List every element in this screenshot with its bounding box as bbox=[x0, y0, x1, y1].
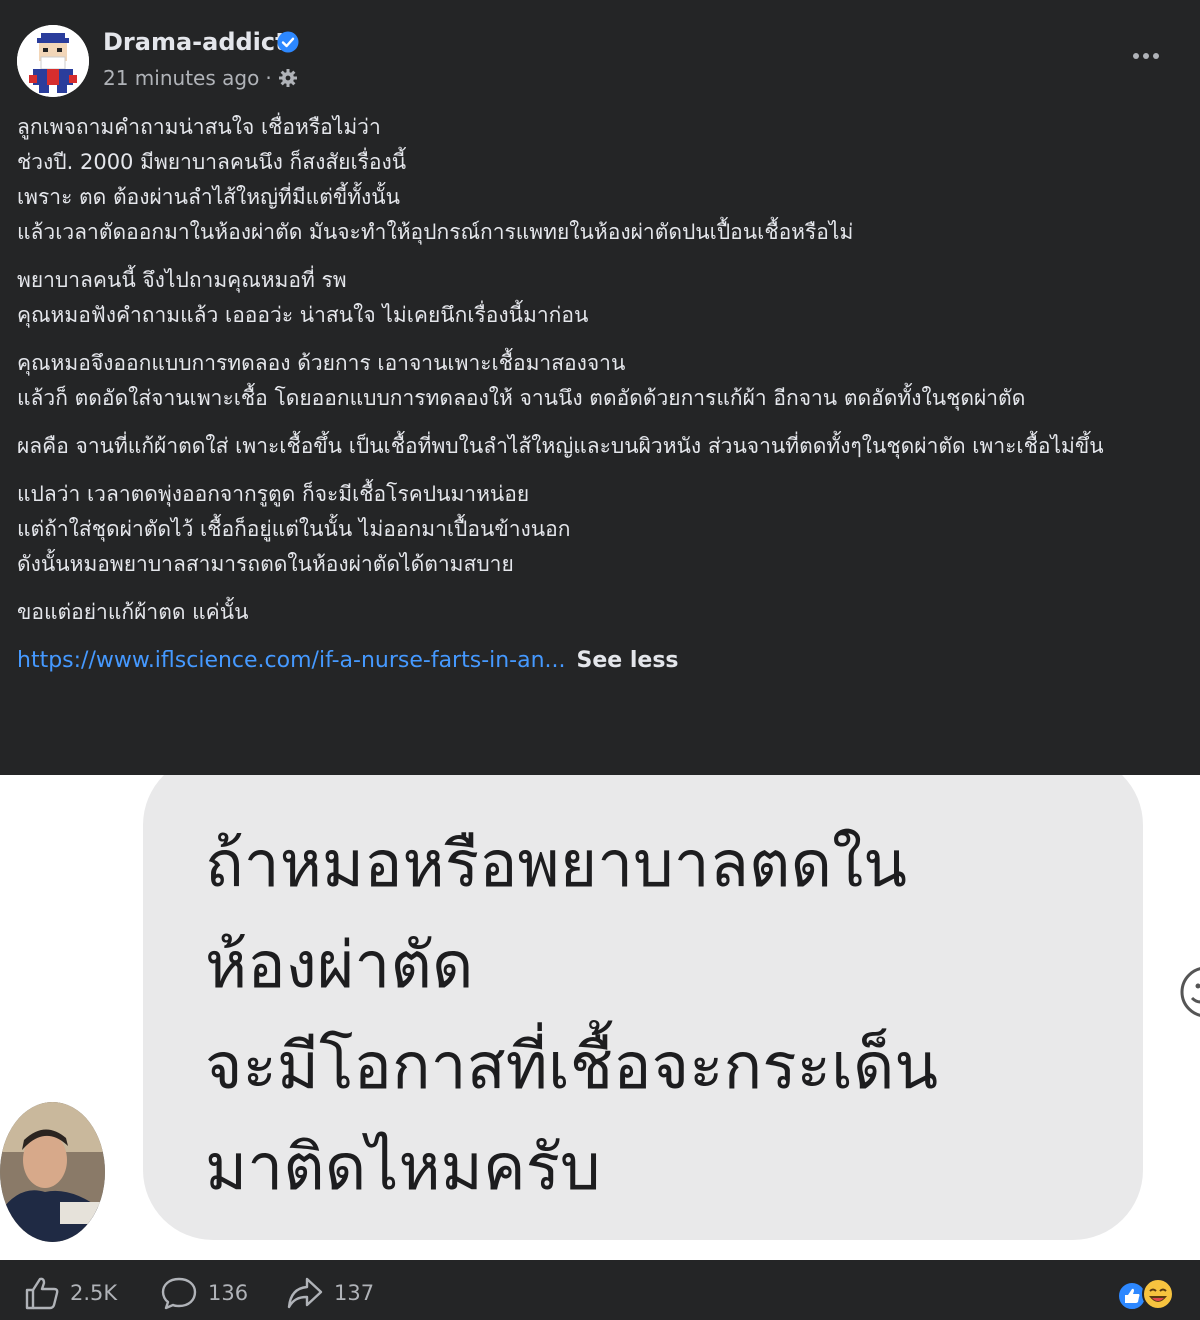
comment-count: 136 bbox=[208, 1281, 249, 1305]
share-action[interactable]: 137 bbox=[286, 1276, 374, 1310]
see-less-button[interactable]: See less bbox=[577, 648, 679, 673]
page-avatar[interactable] bbox=[17, 25, 89, 97]
author-name[interactable]: Drama-addict bbox=[103, 27, 287, 57]
text-line: แปลว่า เวลาตดพุ่งออกจากรูตูด ก็จะมีเชื้อ… bbox=[17, 482, 530, 506]
verified-badge-icon bbox=[277, 31, 299, 53]
text-line: ดังนั้นหมอพยาบาลสามารถตดในห้องผ่าตัดได้ต… bbox=[17, 552, 514, 576]
privacy-gear-icon[interactable] bbox=[278, 68, 298, 88]
post-meta: 21 minutes ago · bbox=[103, 64, 298, 92]
thumbs-up-icon bbox=[25, 1277, 59, 1310]
share-count: 137 bbox=[334, 1281, 375, 1305]
text-line: ขอแต่อย่าแก้ผ้าตด แค่นั้น bbox=[17, 600, 249, 624]
message-line: ห้องผ่าตัด bbox=[205, 929, 474, 1003]
like-count: 2.5K bbox=[70, 1281, 118, 1305]
paragraph: ผลคือ จานที่แก้ผ้าตดใส่ เพาะเชื้อขึ้น เป… bbox=[17, 429, 1177, 464]
paragraph: พยาบาลคนนี้ จึงไปถามคุณหมอที่ รพ คุณหมอฟ… bbox=[17, 263, 1177, 333]
message-line: มาติดไหมครับ bbox=[205, 1131, 601, 1205]
reactions-summary-icon[interactable] bbox=[1114, 1276, 1178, 1312]
text-line: แล้วก็ ตดอัดใส่จานเพาะเชื้อ โดยออกแบบการ… bbox=[17, 386, 1026, 410]
share-arrow-icon bbox=[287, 1277, 323, 1309]
text-line: คุณหมอฟังคำถามแล้ว เอออว่ะ น่าสนใจ ไม่เค… bbox=[17, 303, 589, 327]
post-header: Drama-addict 21 minutes ago · bbox=[0, 0, 1200, 108]
post-image[interactable]: ถ้าหมอหรือพยาบาลตดใน ห้องผ่าตัด จะมีโอกา… bbox=[0, 775, 1200, 1260]
article-link[interactable]: https://www.iflscience.com/if-a-nurse-fa… bbox=[17, 648, 566, 673]
text-line: ช่วงปี. 2000 มีพยาบาลคนนึง ก็สงสัยเรื่อง… bbox=[17, 150, 407, 174]
text-line: แล้วเวลาตัดออกมาในห้องผ่าตัด มันจะทำให้อ… bbox=[17, 220, 854, 244]
like-action[interactable]: 2.5K bbox=[24, 1276, 117, 1310]
post-actions: 2.5K 136 137 bbox=[0, 1262, 1200, 1320]
post-body: ลูกเพจถามคำถามน่าสนใจ เชื่อหรือไม่ว่า ช่… bbox=[17, 110, 1177, 679]
comment-action[interactable]: 136 bbox=[160, 1276, 248, 1310]
text-line: ผลคือ จานที่แก้ผ้าตดใส่ เพาะเชื้อขึ้น เป… bbox=[17, 434, 1104, 458]
text-line: พยาบาลคนนี้ จึงไปถามคุณหมอที่ รพ bbox=[17, 268, 347, 292]
post-timestamp[interactable]: 21 minutes ago bbox=[103, 66, 259, 90]
text-line: คุณหมอจึงออกแบบการทดลอง ด้วยการ เอาจานเพ… bbox=[17, 351, 626, 375]
facebook-post: Drama-addict 21 minutes ago · ลูกเพจถามค… bbox=[0, 0, 1200, 1320]
paragraph: ลูกเพจถามคำถามน่าสนใจ เชื่อหรือไม่ว่า ช่… bbox=[17, 110, 1177, 250]
paragraph: คุณหมอจึงออกแบบการทดลอง ด้วยการ เอาจานเพ… bbox=[17, 346, 1177, 416]
message-text: ถ้าหมอหรือพยาบาลตดใน ห้องผ่าตัด จะมีโอกา… bbox=[205, 815, 1065, 1219]
sender-avatar bbox=[0, 1102, 105, 1242]
text-line: เพราะ ตด ต้องผ่านลำไส้ใหญ่ที่มีแต่ขี้ทั้… bbox=[17, 185, 401, 209]
paragraph: แปลว่า เวลาตดพุ่งออกจากรูตูด ก็จะมีเชื้อ… bbox=[17, 477, 1177, 582]
message-line: ถ้าหมอหรือพยาบาลตดใน bbox=[205, 828, 908, 902]
meta-separator: · bbox=[265, 66, 272, 90]
message-line: จะมีโอกาสที่เชื้อจะกระเด็น bbox=[205, 1030, 939, 1104]
link-row: https://www.iflscience.com/if-a-nurse-fa… bbox=[17, 643, 1177, 679]
text-line: ลูกเพจถามคำถามน่าสนใจ เชื่อหรือไม่ว่า bbox=[17, 115, 381, 139]
text-line: แต่ถ้าใส่ชุดผ่าตัดไว้ เชื้อก็อยู่แต่ในนั… bbox=[17, 517, 571, 541]
comment-bubble-icon bbox=[161, 1277, 197, 1310]
emoji-reaction-icon[interactable] bbox=[1172, 962, 1200, 1022]
more-options-icon[interactable] bbox=[1128, 44, 1164, 68]
paragraph: ขอแต่อย่าแก้ผ้าตด แค่นั้น bbox=[17, 595, 1177, 630]
